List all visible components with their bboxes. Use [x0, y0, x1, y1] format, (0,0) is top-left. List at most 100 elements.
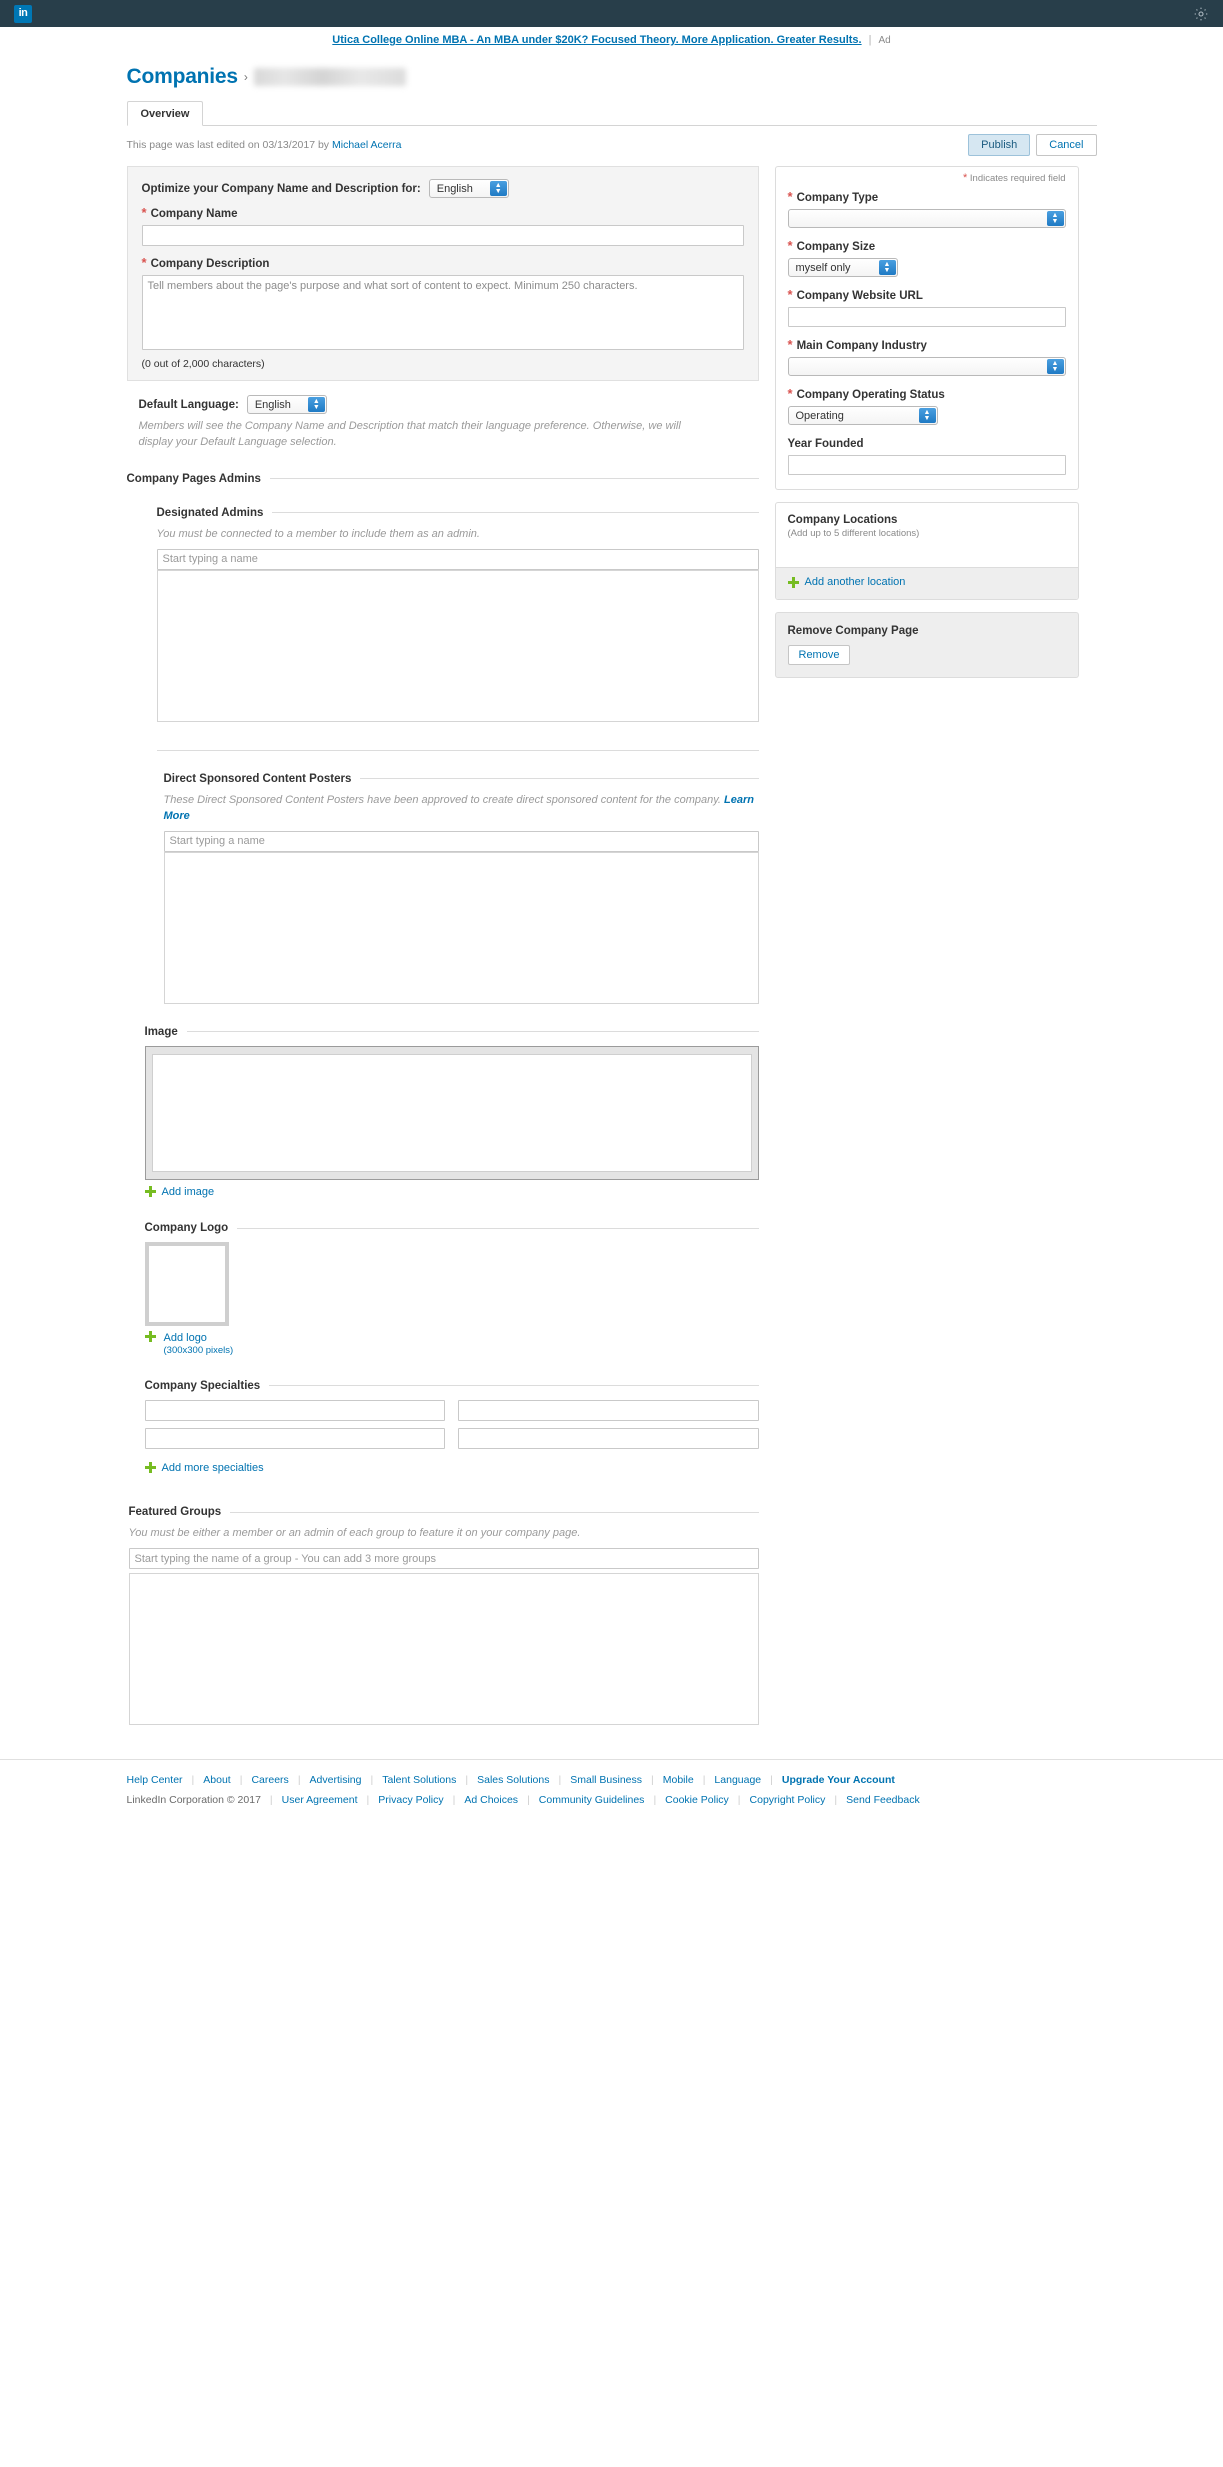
company-locations-card: Company Locations (Add up to 5 different…	[774, 502, 1079, 600]
specialties-header: Company Specialties	[145, 1380, 759, 1392]
description-character-count: (0 out of 2,000 characters)	[141, 358, 265, 370]
right-rail: * Indicates required field * Company Typ…	[774, 166, 1079, 690]
ad-separator: |	[868, 34, 872, 46]
year-founded-field: Year Founded	[787, 438, 1066, 475]
logo-title: Company Logo	[144, 1222, 229, 1235]
company-type-select[interactable]: ▲ ▼	[787, 209, 1066, 228]
footer-link-user-agreement[interactable]: User Agreement	[273, 1794, 367, 1806]
required-asterisk-icon: *	[141, 255, 147, 270]
footer-link-sales-solutions[interactable]: Sales Solutions	[468, 1774, 558, 1786]
gear-icon[interactable]	[1193, 6, 1209, 22]
specialty-input-1[interactable]	[144, 1399, 445, 1421]
plus-icon	[787, 576, 799, 588]
footer-link-about[interactable]: About	[194, 1774, 239, 1786]
operating-status-value: Operating	[795, 409, 844, 422]
image-title: Image	[144, 1025, 178, 1038]
ad-label: Ad	[878, 34, 891, 46]
image-section: Image Add image	[144, 1025, 759, 1201]
footer-link-small-business[interactable]: Small Business	[561, 1774, 651, 1786]
editor-profile-link[interactable]: Michael Acerra	[332, 139, 401, 151]
footer-copyright: LinkedIn Corporation © 2017	[126, 1794, 261, 1807]
company-description-textarea[interactable]	[141, 275, 744, 350]
operating-status-select[interactable]: Operating ▲ ▼	[787, 406, 938, 425]
default-language-select[interactable]: English ▲ ▼	[246, 395, 327, 414]
company-name-label-text: Company Name	[150, 208, 238, 220]
required-asterisk-icon: *	[141, 205, 147, 220]
featured-groups-input[interactable]	[128, 1548, 759, 1570]
footer-link-privacy-policy[interactable]: Privacy Policy	[369, 1794, 452, 1806]
add-logo-label[interactable]: Add logo	[164, 1331, 234, 1345]
company-website-input[interactable]	[787, 307, 1066, 327]
chevron-updown-icon: ▲ ▼	[878, 260, 896, 275]
specialty-input-4[interactable]	[458, 1427, 759, 1449]
image-preview-empty	[151, 1053, 752, 1172]
company-name-input[interactable]	[141, 225, 744, 246]
footer-link-careers[interactable]: Careers	[242, 1774, 297, 1786]
footer-link-help-center[interactable]: Help Center	[127, 1774, 192, 1786]
specialties-title: Company Specialties	[144, 1379, 261, 1392]
cancel-button[interactable]: Cancel	[1036, 134, 1097, 156]
sponsored-posters-list[interactable]	[163, 851, 759, 1004]
page-meta-row: This page was last edited on 03/13/2017 …	[127, 126, 1097, 166]
main-industry-field: * Main Company Industry ▲ ▼	[787, 337, 1066, 376]
publish-button[interactable]: Publish	[968, 134, 1031, 156]
chevron-updown-icon: ▲ ▼	[1046, 359, 1064, 374]
header-rule	[360, 778, 759, 780]
last-edited-text: This page was last edited on 03/13/2017 …	[127, 139, 402, 151]
designated-admins-note: You must be connected to a member to inc…	[156, 527, 480, 540]
designated-admins-list[interactable]	[156, 569, 759, 722]
required-asterisk-icon: *	[787, 386, 793, 401]
required-asterisk-icon: *	[787, 337, 793, 352]
breadcrumb-companies-link[interactable]: Companies	[127, 65, 239, 89]
breadcrumb: Companies ›	[127, 53, 1097, 95]
featured-groups-list[interactable]	[128, 1573, 759, 1726]
add-image-link[interactable]: Add image	[144, 1186, 214, 1198]
year-founded-label: Year Founded	[788, 438, 1066, 450]
required-field-note-text: Indicates required field	[969, 173, 1066, 184]
company-size-select[interactable]: myself only ▲ ▼	[787, 258, 898, 277]
footer-link-send-feedback[interactable]: Send Feedback	[837, 1794, 929, 1806]
footer-link-ad-choices[interactable]: Ad Choices	[455, 1794, 527, 1806]
designated-admins-input[interactable]	[156, 548, 759, 570]
year-founded-input[interactable]	[787, 455, 1066, 475]
required-asterisk-icon: *	[787, 287, 793, 302]
tab-bar: Overview	[126, 101, 1097, 126]
required-field-note: * Indicates required field	[788, 173, 1066, 185]
optimize-header: Optimize your Company Name and Descripti…	[142, 179, 744, 198]
add-another-location-link[interactable]: Add another location	[787, 576, 905, 588]
sponsored-posters-input[interactable]	[163, 830, 759, 852]
specialty-input-3[interactable]	[144, 1427, 445, 1449]
footer-link-upgrade-your-account[interactable]: Upgrade Your Account	[773, 1774, 904, 1786]
footer-link-community-guidelines[interactable]: Community Guidelines	[530, 1794, 654, 1806]
optimize-language-select[interactable]: English ▲ ▼	[428, 179, 509, 198]
company-pages-admins-header: Company Pages Admins	[127, 473, 759, 485]
sponsored-posters-note: These Direct Sponsored Content Posters h…	[164, 793, 759, 825]
last-edited-prefix: This page was last edited on 03/13/2017 …	[126, 139, 332, 151]
footer-link-advertising[interactable]: Advertising	[301, 1774, 371, 1786]
tab-overview[interactable]: Overview	[126, 101, 204, 126]
optimize-language-value: English	[436, 182, 473, 195]
company-locations-title: Company Locations	[787, 514, 898, 526]
add-more-specialties-link[interactable]: Add more specialties	[144, 1462, 264, 1474]
optimize-panel: Optimize your Company Name and Descripti…	[126, 166, 759, 381]
ad-link[interactable]: Utica College Online MBA - An MBA under …	[332, 34, 861, 46]
add-logo-row[interactable]: Add logo (300x300 pixels)	[144, 1331, 759, 1358]
featured-groups-title: Featured Groups	[128, 1506, 222, 1519]
add-logo-dimensions: (300x300 pixels)	[163, 1345, 234, 1357]
chevron-updown-icon: ▲ ▼	[307, 397, 325, 412]
linkedin-logo-icon[interactable]: in	[14, 4, 32, 23]
header-rule	[237, 1227, 759, 1229]
required-asterisk-icon: *	[787, 238, 793, 253]
remove-button[interactable]: Remove	[787, 644, 851, 665]
designated-admins-section: Designated Admins You must be connected …	[156, 507, 759, 722]
footer-link-talent-solutions[interactable]: Talent Solutions	[373, 1774, 465, 1786]
footer-link-copyright-policy[interactable]: Copyright Policy	[741, 1794, 835, 1806]
main-industry-select[interactable]: ▲ ▼	[787, 357, 1066, 376]
footer-link-cookie-policy[interactable]: Cookie Policy	[656, 1794, 738, 1806]
company-details-card: * Indicates required field * Company Typ…	[774, 166, 1079, 490]
footer-link-language[interactable]: Language	[705, 1774, 770, 1786]
company-website-label: * Company Website URL	[787, 287, 1066, 302]
operating-status-label-text: Company Operating Status	[796, 389, 945, 401]
footer-link-mobile[interactable]: Mobile	[654, 1774, 703, 1786]
specialty-input-2[interactable]	[458, 1399, 759, 1421]
